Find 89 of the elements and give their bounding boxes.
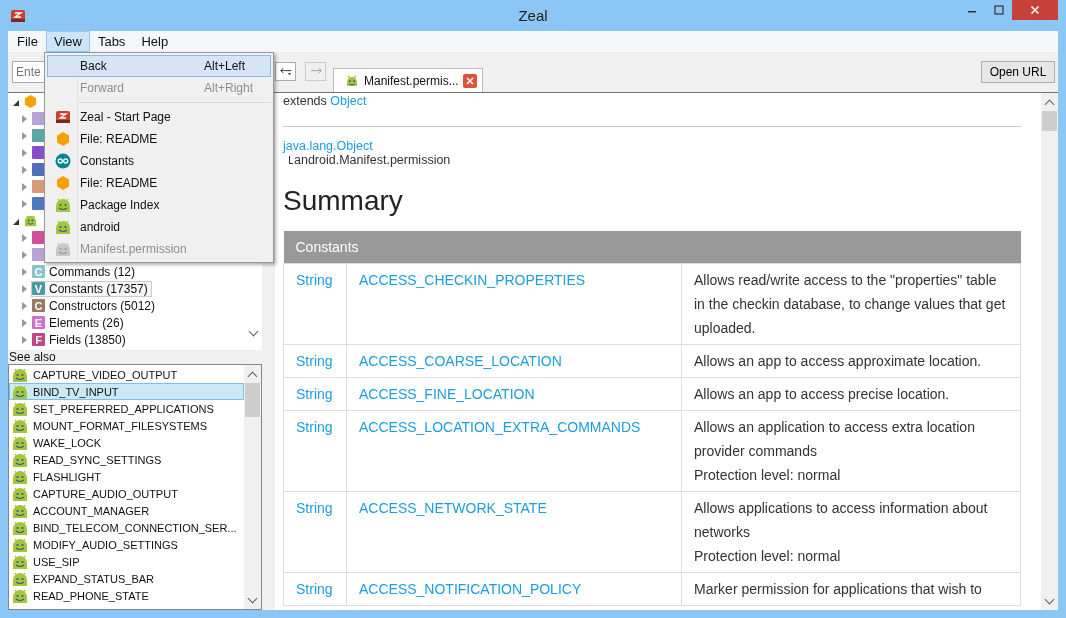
- menu-item[interactable]: File: README: [47, 172, 271, 194]
- back-arrow-icon: [278, 67, 293, 76]
- description-text: Protection level: normal: [694, 466, 842, 485]
- menu-item[interactable]: android: [47, 216, 271, 238]
- description-text: Allows applications to access information about networks: [694, 499, 989, 542]
- menu-item[interactable]: Tabs: [89, 31, 134, 52]
- android-icon: [55, 219, 71, 235]
- list-item[interactable]: WAKE_LOCK: [9, 434, 244, 451]
- close-button[interactable]: [1012, 0, 1058, 20]
- scrollbar-thumb[interactable]: [245, 383, 260, 417]
- maximize-icon: [993, 5, 1004, 15]
- app-icon: [10, 7, 26, 24]
- tree-item[interactable]: V Constants (17357): [31, 280, 152, 297]
- list-item[interactable]: ACCOUNT_MANAGER: [9, 502, 244, 519]
- menu-item[interactable]: File: [9, 31, 46, 52]
- back-button[interactable]: [275, 62, 296, 81]
- list-item[interactable]: FLASHLIGHT: [9, 468, 244, 485]
- expand-icon[interactable]: [13, 99, 19, 106]
- android-icon: [12, 383, 28, 400]
- expand-icon[interactable]: [13, 218, 19, 225]
- type-badge: C: [32, 265, 45, 278]
- android-icon: [12, 400, 28, 417]
- book-icon: [55, 109, 71, 125]
- type-badge: V: [32, 282, 45, 295]
- list-item[interactable]: BIND_TV_INPUT: [9, 383, 244, 400]
- extends-text: extends: [283, 94, 327, 108]
- android-icon: [12, 485, 28, 502]
- inheritance-icon: [289, 156, 293, 164]
- list-item[interactable]: SET_PREFERRED_APPLICATIONS: [9, 400, 244, 417]
- menu-item[interactable]: View: [45, 31, 90, 52]
- description-text: Allows an application to access extra location provider commands: [694, 418, 976, 461]
- android-icon: [12, 434, 28, 451]
- open-url-button[interactable]: Open URL: [981, 61, 1055, 83]
- forward-button[interactable]: [305, 62, 326, 81]
- menu-item[interactable]: File: README: [47, 128, 271, 150]
- section-heading: Summary: [283, 185, 404, 217]
- list-item[interactable]: USE_SIP: [9, 553, 244, 570]
- type-badge: C: [32, 299, 45, 312]
- hexagon-icon: [55, 175, 71, 191]
- menu-item[interactable]: Zeal - Start Page: [47, 106, 271, 128]
- window-title: Zeal: [517, 7, 549, 24]
- close-icon: [1030, 5, 1040, 15]
- hexagon-icon: [55, 131, 71, 147]
- type-badge: F: [32, 333, 45, 346]
- android-icon: [12, 570, 28, 587]
- description-text: Marker permission for applications that wish to: [694, 580, 983, 599]
- type-badge: E: [32, 316, 45, 329]
- tree-item[interactable]: E Elements (26): [31, 314, 128, 331]
- list-item[interactable]: MODIFY_AUDIO_SETTINGS: [9, 536, 244, 553]
- description-text: Allows read/write access to the "properties" table in the checkin database, to change values that get uploaded.: [694, 271, 1007, 338]
- menu-item[interactable]: Package Index: [47, 194, 271, 216]
- hexagon-icon: [23, 94, 38, 109]
- menu-item[interactable]: Help: [133, 31, 177, 52]
- tree-item[interactable]: F Fields (13850): [31, 331, 130, 348]
- tree-item[interactable]: C Commands (12): [31, 263, 140, 280]
- list-item[interactable]: READ_SYNC_SETTINGS: [9, 451, 244, 468]
- menu-item[interactable]: Constants: [47, 150, 271, 172]
- android-icon: [12, 536, 28, 553]
- android-icon: [12, 519, 28, 536]
- class-name: android.Manifest.permission: [294, 153, 451, 167]
- tab-title: Manifest.permis...: [364, 73, 459, 88]
- description-text: Allows an app to access precise location.: [694, 385, 951, 404]
- android-icon: [12, 468, 28, 485]
- android-icon: [12, 417, 28, 434]
- list-item[interactable]: EXPAND_STATUS_BAR: [9, 570, 244, 587]
- android-icon: [55, 241, 71, 257]
- android-icon: [12, 553, 28, 570]
- table-header: Constants: [283, 231, 1021, 264]
- section-label: See also: [8, 350, 57, 364]
- list-item[interactable]: CAPTURE_AUDIO_OUTPUT: [9, 485, 244, 502]
- document-tab[interactable]: Manifest.permis...: [333, 68, 483, 92]
- list-item[interactable]: MOUNT_FORMAT_FILESYSTEMS: [9, 417, 244, 434]
- tree-item[interactable]: C Constructors (5012): [31, 297, 160, 314]
- list-item[interactable]: CAPTURE_VIDEO_OUTPUT: [9, 366, 244, 383]
- android-icon: [12, 451, 28, 468]
- list-item[interactable]: BIND_TELECOM_CONNECTION_SER...: [9, 519, 244, 536]
- close-icon[interactable]: [463, 73, 477, 88]
- android-icon: [55, 197, 71, 213]
- android-icon: [23, 213, 38, 228]
- description-text: Allows an app to access approximate location.: [694, 352, 983, 371]
- android-icon: [12, 502, 28, 519]
- scrollbar-thumb[interactable]: [1042, 111, 1057, 131]
- menu-item[interactable]: Back Alt+Left: [47, 55, 271, 77]
- forward-arrow-icon: [308, 67, 323, 76]
- android-icon: [12, 587, 28, 604]
- list-item[interactable]: READ_PHONE_STATE: [9, 587, 244, 604]
- infinity-icon: [55, 153, 71, 169]
- android-icon: [12, 366, 28, 383]
- description-text: Protection level: normal: [694, 547, 842, 566]
